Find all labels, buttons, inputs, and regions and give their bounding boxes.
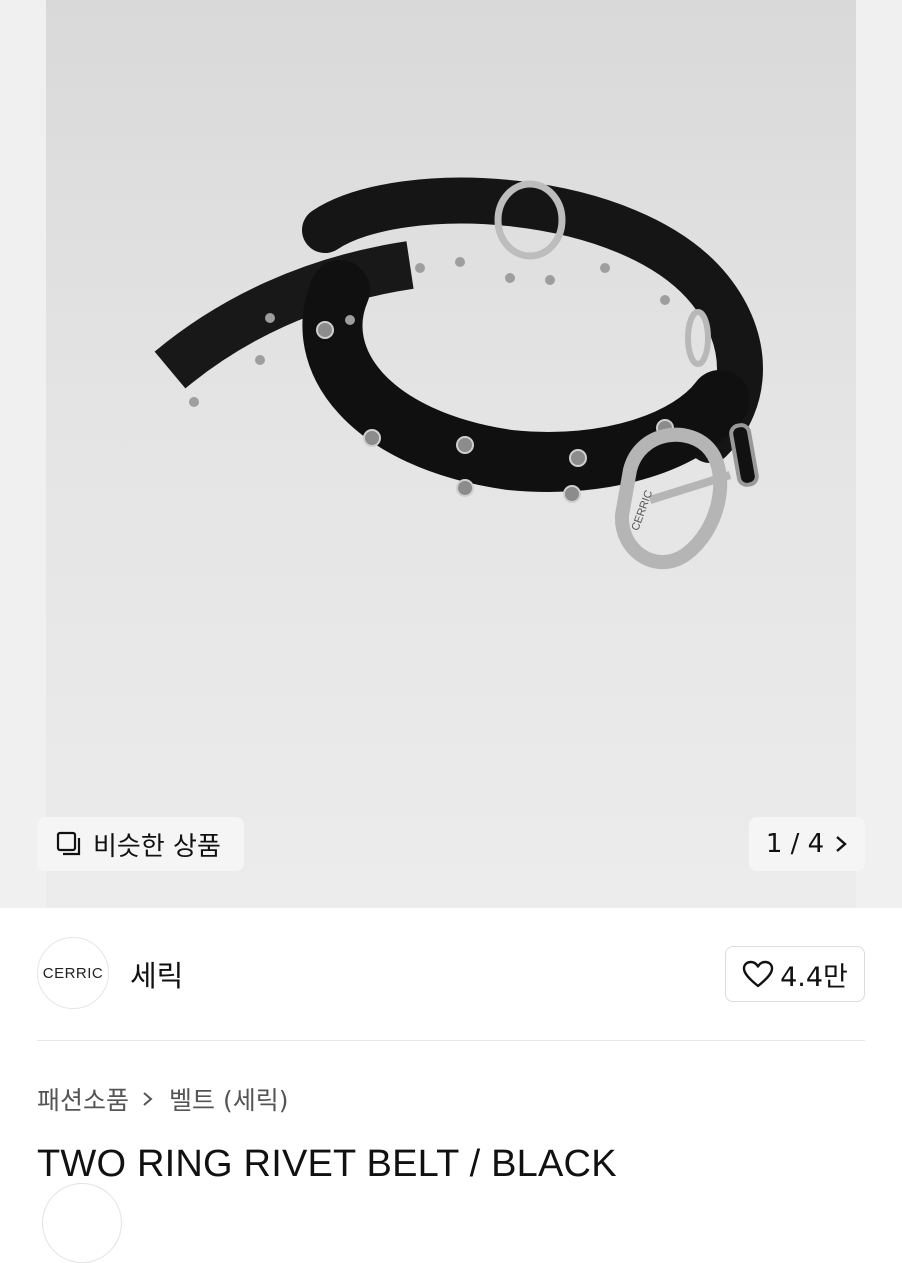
brand-name[interactable]: 세릭: [130, 953, 183, 995]
product-image-gallery[interactable]: CERRIC 비슷한 상품 1 / 4: [0, 0, 902, 908]
breadcrumb-category[interactable]: 패션소품: [37, 1081, 129, 1117]
similar-products-label: 비슷한 상품: [93, 831, 221, 862]
gallery-margin-left: [0, 0, 46, 908]
product-photo: CERRIC: [154, 177, 763, 570]
brand-logo-text: CERRIC: [42, 964, 104, 982]
section-divider: [37, 1040, 865, 1041]
breadcrumb-subcategory[interactable]: 벨트 (세릭): [169, 1081, 288, 1117]
buckle-engraving: CERRIC: [630, 489, 656, 533]
next-section-avatar: [42, 1183, 122, 1263]
breadcrumb: 패션소품 벨트 (세릭): [37, 1081, 288, 1117]
brand-like-count: 4.4만: [780, 961, 848, 993]
similar-products-button[interactable]: 비슷한 상품: [37, 817, 244, 871]
brand-like-button[interactable]: 4.4만: [725, 946, 865, 1002]
similar-products-icon: [56, 831, 81, 856]
chevron-right-icon: [143, 1092, 153, 1106]
chevron-right-icon: [836, 836, 848, 852]
image-pager-count: 1 / 4: [765, 829, 825, 859]
gallery-margin-right: [856, 0, 902, 908]
heart-icon: [742, 960, 774, 988]
product-title: TWO RING RIVET BELT / BLACK: [37, 1143, 617, 1185]
brand-logo[interactable]: CERRIC: [37, 937, 109, 1009]
image-pager-button[interactable]: 1 / 4: [749, 817, 865, 871]
